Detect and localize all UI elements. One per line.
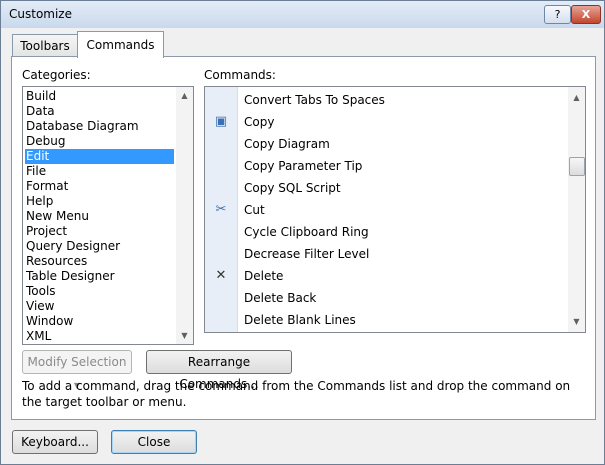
tab-toolbars[interactable]: Toolbars [12,34,78,57]
command-label: Delete Back [244,291,317,305]
command-item[interactable]: Convert Tabs To Spaces [205,89,567,111]
category-item[interactable]: Build [25,89,174,104]
command-label: Copy [244,115,275,129]
command-label: Convert Tabs To Spaces [244,93,385,107]
scroll-down-icon[interactable]: ▼ [176,328,193,343]
command-item[interactable]: ✂ Cut [205,199,567,221]
category-item[interactable]: XML [25,329,174,344]
command-label: Delete [244,269,284,283]
command-item[interactable]: Copy Diagram [205,133,567,155]
category-item[interactable]: File [25,164,174,179]
copy-icon: ▣ [214,114,228,129]
command-item[interactable]: ▣ Copy [205,111,567,133]
cut-icon: ✂ [215,202,227,217]
categories-label: Categories: [22,68,91,82]
commands-label: Commands: [204,68,276,82]
category-item[interactable]: Table Designer [25,269,174,284]
command-label: Cut [244,203,265,217]
category-item[interactable]: Project [25,224,174,239]
category-item[interactable]: Debug [25,134,174,149]
scroll-thumb[interactable] [569,157,585,176]
command-label: Copy Diagram [244,137,330,151]
commands-listbox[interactable]: Convert Tabs To Spaces ▣ Copy Copy Diagram C… [204,86,586,333]
category-item[interactable]: Tools [25,284,174,299]
modify-selection-label: Modify Selection [27,355,127,369]
help-icon: ? [554,8,561,21]
scroll-up-icon[interactable]: ▲ [568,90,585,105]
command-item[interactable]: Copy Parameter Tip [205,155,567,177]
customize-dialog: Customize ? X Toolbars Commands Categori… [0,0,605,465]
category-item[interactable]: View [25,299,174,314]
title-bar: Customize ? X [1,1,604,28]
command-item[interactable]: Cycle Clipboard Ring [205,221,567,243]
categories-listbox[interactable]: Build Data Database Diagram Debug Edit File Fo… [22,86,194,345]
modify-selection-button[interactable]: Modify Selection ▼ [22,350,132,390]
category-item[interactable]: Format [25,179,174,194]
delete-icon: ✕ [215,268,227,283]
window-title: Customize [9,7,72,21]
close-icon: X [581,8,591,21]
categories-scrollbar[interactable]: ▲ ▼ [176,87,193,344]
category-item[interactable]: Window [25,314,174,329]
command-item[interactable]: Delete Blank Lines [205,309,567,331]
close-button[interactable]: Close [111,430,197,454]
tab-commands[interactable]: Commands [77,31,164,58]
instructions-text: To add a command, drag the command from … [22,379,571,409]
command-label: Cycle Clipboard Ring [244,225,369,239]
command-label: Delete Blank Lines [244,313,356,327]
category-item[interactable]: Edit [25,149,174,164]
category-item[interactable]: Resources [25,254,174,269]
command-label: Copy Parameter Tip [244,159,363,173]
rearrange-commands-button[interactable]: Rearrange Commands... [146,350,292,391]
category-item[interactable]: Help [25,194,174,209]
command-label: Copy SQL Script [244,181,341,195]
help-button[interactable]: ? [544,5,571,24]
scroll-down-icon[interactable]: ▼ [568,314,585,329]
command-item[interactable]: Delete Back [205,287,567,309]
commands-scrollbar[interactable]: ▲ ▼ [568,87,585,332]
command-item[interactable]: Copy SQL Script [205,177,567,199]
command-label: Decrease Filter Level [244,247,370,261]
command-item[interactable]: Decrease Filter Level [205,243,567,265]
window-close-button[interactable]: X [571,5,601,24]
category-item[interactable]: New Menu [25,209,174,224]
category-item[interactable]: Query Designer [25,239,174,254]
category-item[interactable]: Data [25,104,174,119]
category-item[interactable]: Database Diagram [25,119,174,134]
keyboard-button[interactable]: Keyboard... [12,430,98,454]
command-item[interactable]: ✕ Delete [205,265,567,287]
scroll-up-icon[interactable]: ▲ [176,88,193,103]
